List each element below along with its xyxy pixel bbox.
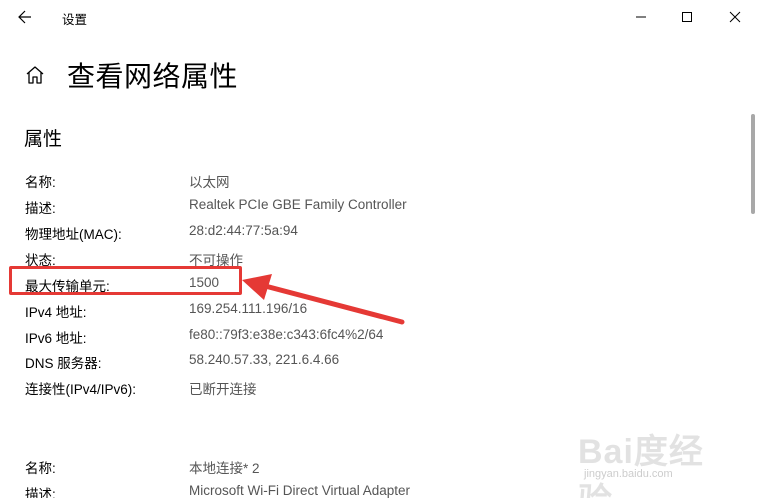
property-value: 以太网 [189,175,230,190]
property-row-dns: DNS 服务器: 58.240.57.33, 221.6.4.66 [0,348,740,374]
property-label: 描述: [25,487,56,498]
section-title: 属性 [24,129,63,150]
close-button[interactable] [712,0,758,34]
minimize-icon [636,16,646,18]
property-value: 58.240.57.33, 221.6.4.66 [189,352,340,367]
annotation-arrow-icon [242,274,405,325]
minimize-button[interactable] [618,0,664,34]
property-label: IPv4 地址: [25,305,87,320]
property-row-mac: 物理地址(MAC): 28:d2:44:77:5a:94 [0,219,740,245]
maximize-icon [682,12,692,22]
property-label: IPv6 地址: [25,331,87,346]
home-button[interactable] [24,64,46,86]
property-row-name: 名称: 以太网 [0,167,740,193]
property-label: 名称: [25,461,56,476]
property-label: 连接性(IPv4/IPv6): [25,382,137,397]
page-title: 查看网络属性 [67,61,239,92]
property-label: 描述: [25,201,56,216]
property-row-name-2: 名称: 本地连接* 2 [0,453,740,479]
scrollbar-thumb[interactable] [751,114,755,214]
property-value: Realtek PCIe GBE Family Controller [189,197,407,212]
property-label: 物理地址(MAC): [25,227,122,242]
title-bar: 设置 [0,0,758,34]
maximize-button[interactable] [664,0,710,34]
property-value: 28:d2:44:77:5a:94 [189,223,298,238]
back-arrow-icon [18,10,31,24]
property-row-description-2: 描述: Microsoft Wi-Fi Direct Virtual Adapt… [0,479,740,498]
back-button[interactable] [8,2,42,32]
property-row-connectivity: 连接性(IPv4/IPv6): 已断开连接 [0,374,740,400]
property-value: Microsoft Wi-Fi Direct Virtual Adapter [189,483,411,498]
app-title: 设置 [62,13,88,27]
property-value: 已断开连接 [189,382,257,397]
property-label: 名称: [25,175,56,190]
property-label: DNS 服务器: [25,356,102,371]
property-row-description: 描述: Realtek PCIe GBE Family Controller [0,193,740,219]
scrollbar[interactable] [748,34,758,498]
settings-window: 设置 查看网络属性 属性 名称: 以太网 描述: Realtek PCIe GB… [0,0,758,498]
close-icon [729,11,741,23]
property-value: 本地连接* 2 [189,461,260,476]
home-icon [26,66,44,84]
highlight-box [9,266,242,295]
